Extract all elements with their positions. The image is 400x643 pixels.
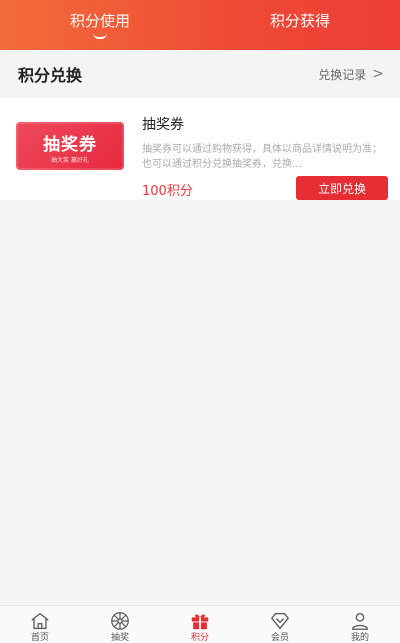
lottery-ticket-image: 抽奖券 抽大奖 赢好礼 xyxy=(16,122,124,170)
nav-label: 会员 xyxy=(270,633,289,643)
home-icon xyxy=(31,612,49,629)
item-price: 100积分 xyxy=(142,184,193,199)
nav-home[interactable]: 首页 xyxy=(0,606,80,643)
active-tab-indicator xyxy=(93,33,107,39)
nav-mine[interactable]: 我的 xyxy=(320,606,400,643)
exchange-item-card[interactable]: 抽奖券 抽大奖 赢好礼 抽奖券 抽奖券可以通过购物获得，具体以商品详情说明为准；… xyxy=(0,98,400,200)
thumb-subtitle: 抽大奖 赢好礼 xyxy=(51,157,89,164)
section-title: 积分兑换 xyxy=(18,66,83,85)
user-icon xyxy=(352,613,368,630)
item-info: 抽奖券 抽奖券可以通过购物获得，具体以商品详情说明为准；也可以通过积分兑换抽奖券… xyxy=(142,110,388,200)
exchange-record-label: 兑换记录 xyxy=(318,67,367,82)
nav-label: 积分 xyxy=(190,633,209,643)
tab-label: 积分获得 xyxy=(269,12,330,30)
nav-label: 抽奖 xyxy=(110,633,129,643)
nav-label: 我的 xyxy=(350,633,369,643)
exchange-record-link[interactable]: 兑换记录 > xyxy=(318,66,384,83)
diamond-icon xyxy=(270,613,290,630)
gift-icon xyxy=(191,614,209,630)
top-tab-bar: 积分使用 积分获得 xyxy=(0,0,400,50)
nav-member[interactable]: 会员 xyxy=(240,606,320,643)
chevron-right-icon: > xyxy=(372,66,384,82)
item-name: 抽奖券 xyxy=(142,117,184,133)
lottery-wheel-icon xyxy=(111,612,129,630)
thumb-title: 抽奖券 xyxy=(43,135,97,155)
tab-points-earn[interactable]: 积分获得 xyxy=(200,0,400,50)
nav-points[interactable]: 积分 xyxy=(160,606,240,643)
item-description: 抽奖券可以通过购物获得，具体以商品详情说明为准；也可以通过积分兑换抽奖券，兑换… xyxy=(142,144,382,170)
nav-lottery[interactable]: 抽奖 xyxy=(80,606,160,643)
exchange-now-button[interactable]: 立即兑换 xyxy=(296,176,388,200)
tab-label: 积分使用 xyxy=(69,12,130,30)
nav-label: 首页 xyxy=(30,633,49,643)
section-header: 积分兑换 兑换记录 > xyxy=(0,50,400,98)
bottom-nav-bar: 首页 抽奖 积分 会员 我的 xyxy=(0,605,400,643)
tab-points-use[interactable]: 积分使用 xyxy=(0,0,200,50)
